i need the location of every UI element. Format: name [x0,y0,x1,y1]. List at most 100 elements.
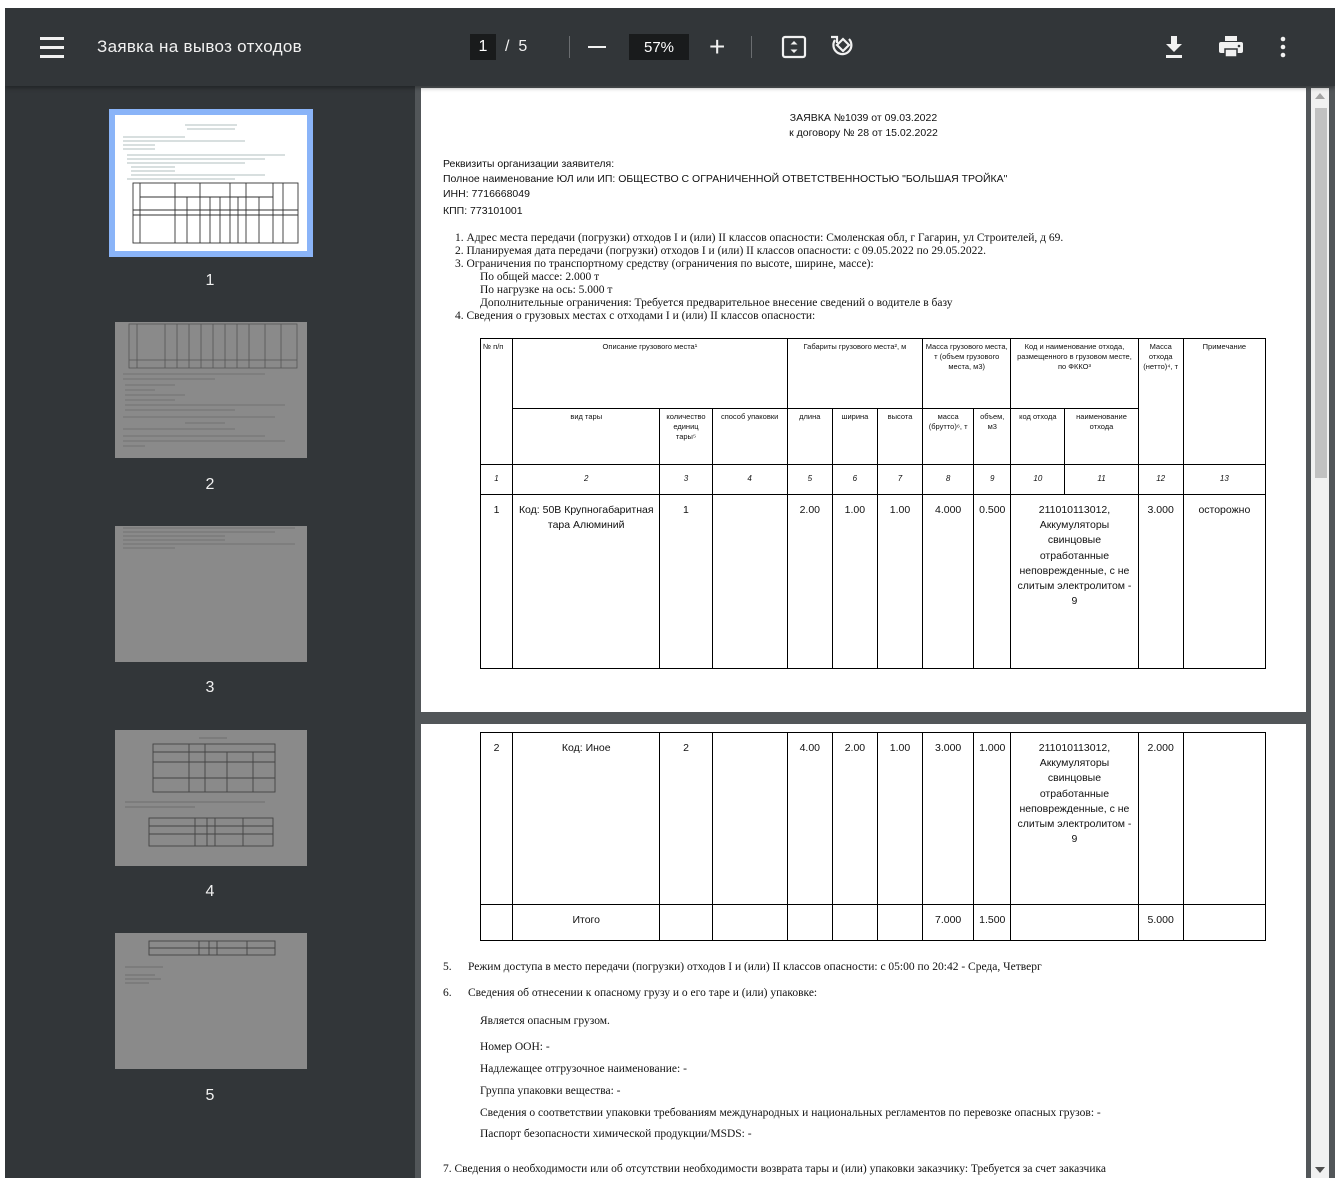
print-button[interactable] [1218,8,1246,86]
fit-page-icon [781,35,807,59]
org-inn: ИНН: 7716668049 [443,188,530,200]
item-6-number: 6. [443,987,452,999]
zoom-in-button[interactable]: + [709,8,731,86]
item-5-access: Режим доступа в место передачи (погрузки… [468,961,1042,973]
thumbnail-label: 5 [205,1087,215,1104]
column-number: 6 [831,464,878,495]
cell-note: осторожно [1182,494,1267,669]
requisites-heading: Реквизиты организации заявителя: [443,158,615,170]
cell-height: 1.00 [876,732,924,905]
menu-button[interactable] [39,8,65,86]
scroll-down-arrow-icon[interactable] [1315,1167,1325,1173]
contract-reference: к договору № 28 от 15.02.2022 [789,127,938,139]
cell-gross: 4.000 [922,494,975,669]
document-page-2: 2 Код: Иное 2 4.00 2.00 1.00 3.000 1.000… [421,724,1306,1178]
cell-waste: 211010113012, Аккумуляторы свинцовые отр… [1010,494,1139,669]
shipping-name: Надлежащее отгрузочное наименование: - [480,1063,687,1075]
cell-quantity: 2 [659,732,713,905]
item-5-number: 5. [443,961,452,973]
total-label: Итого [512,904,661,941]
thumbnail-page-1[interactable] [109,109,313,257]
pdf-viewer: Заявка на вывоз отходов 1 / 5 57% + 1 2 … [5,8,1335,1178]
table-row: 1 Код: 50В Крупногабаритная тара Алюмини… [479,494,1267,669]
page-preview [123,527,295,549]
column-number: 11 [1064,464,1139,495]
org-kpp: КПП: 773101001 [443,205,523,217]
request-title: ЗАЯВКА №1039 от 09.03.2022 [789,112,938,124]
thumbnail-label: 2 [205,476,215,493]
thumbnail-label: 3 [205,679,215,696]
thumbnail-label: 4 [205,883,215,900]
column-number: 7 [876,464,924,495]
download-icon [1166,36,1182,58]
thumbnail-page-5[interactable] [115,933,307,1069]
total-gross: 7.000 [922,904,975,941]
more-vert-icon [1280,36,1286,58]
download-button[interactable] [1163,8,1189,86]
rotate-button[interactable] [829,8,855,86]
minus-icon [588,46,606,48]
cell-net-mass: 3.000 [1137,494,1184,669]
more-options-button[interactable] [1280,8,1290,86]
rotate-icon [831,35,853,56]
item-1-address: 1. Адрес места передачи (погрузки) отход… [455,232,1064,244]
document-page-1: ЗАЯВКА №1039 от 09.03.2022 к договору № … [421,88,1306,712]
cargo-table-continued: 2 Код: Иное 2 4.00 2.00 1.00 3.000 1.000… [479,732,1267,941]
item-2-date: 2. Планируемая дата передачи (погрузки) … [455,245,987,257]
zoom-out-button[interactable] [588,8,612,86]
fit-to-page-button[interactable] [781,8,807,86]
divider [569,36,570,58]
column-number: 3 [659,464,713,495]
item-3-extra: Дополнительные ограничения: Требуется пр… [480,297,953,309]
header-waste-mass: Масса отхода (нетто)⁴, т [1137,338,1184,465]
item-3-restrictions: 3. Ограничения по транспортному средству… [455,258,874,270]
cell-packing [711,494,788,669]
vertical-scrollbar[interactable] [1311,88,1329,1178]
column-number: 10 [1010,464,1066,495]
thumbnail-page-4[interactable] [115,730,307,866]
scroll-thumb[interactable] [1315,108,1327,478]
cell-container-type: Код: Иное [512,732,661,905]
column-number: 5 [786,464,833,495]
cell-length: 4.00 [786,732,833,905]
thumbnail-sidebar: 1 2 3 4 5 [5,86,415,1178]
column-number: 1 [479,464,514,495]
packing-compliance: Сведения о соответствии упаковки требова… [480,1107,1101,1119]
header-width: ширина [831,408,878,465]
item-7-container-return: 7. Сведения о необходимости или об отсут… [443,1163,1107,1175]
header-container-type: вид тары [512,408,661,465]
cell-height: 1.00 [876,494,924,669]
cell-num: 1 [479,494,514,669]
header-num: № п/п [479,338,514,465]
column-number: 4 [711,464,788,495]
cell-length: 2.00 [786,494,833,669]
table-row: 2 Код: Иное 2 4.00 2.00 1.00 3.000 1.000… [479,732,1267,905]
page-number-input[interactable]: 1 [470,34,496,60]
org-full-name: Полное наименование ЮЛ или ИП: ОБЩЕСТВО … [443,173,1008,185]
dangerous-status: Является опасным грузом. [480,1015,610,1027]
scroll-up-arrow-icon[interactable] [1315,93,1325,99]
total-net-mass: 5.000 [1137,904,1184,941]
header-dimensions: Габариты грузового места², м [786,338,924,409]
page-count: / 5 [505,38,528,55]
thumbnail-page-2[interactable] [115,322,307,458]
cell-net-mass: 2.000 [1137,732,1184,905]
cell-container-type: Код: 50В Крупногабаритная тара Алюминий [512,494,661,669]
header-description: Описание грузового места¹ [512,338,788,409]
thumbnail-page-3[interactable] [115,526,307,662]
zoom-input[interactable]: 57% [629,34,689,60]
toolbar: Заявка на вывоз отходов 1 / 5 57% + [5,8,1335,86]
header-length: длина [786,408,833,465]
cargo-table: № п/п Описание грузового места¹ Габариты… [479,338,1267,669]
item-3-total-mass: По общей массе: 2.000 т [480,271,600,283]
cell-volume: 0.500 [973,494,1012,669]
menu-icon [40,36,64,40]
column-number: 12 [1137,464,1184,495]
header-height: высота [876,408,924,465]
header-waste: Код и наименование отхода, размещенного … [1010,338,1139,409]
page-preview [125,940,276,984]
header-waste-name: наименование отхода [1064,408,1139,465]
header-gross: масса (брутто)⁶, т [922,408,975,465]
page-preview [123,323,298,447]
column-number: 13 [1182,464,1267,495]
